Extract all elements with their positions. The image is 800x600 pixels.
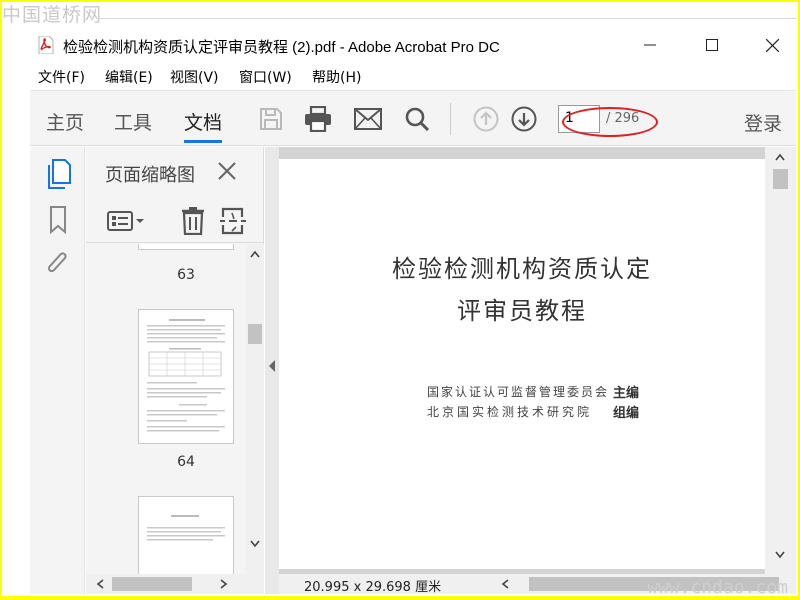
page-thumbnails-icon — [48, 159, 71, 189]
thumbnails-horizontal-scrollbar[interactable] — [86, 574, 264, 594]
watermark-bottom: www.cndao.com — [647, 577, 788, 598]
close-icon — [218, 162, 236, 180]
paperclip-icon — [47, 252, 67, 273]
main-toolbar: 主页 工具 文档 1 / 296 登录 — [30, 90, 796, 146]
page-thumbnail-content — [147, 515, 225, 541]
page-size-label: 20.995 x 29.698 厘米 — [304, 580, 442, 595]
scroll-right-icon — [220, 579, 228, 589]
page-thumbnail-64[interactable] — [138, 309, 234, 444]
page-thumbnails-button[interactable] — [43, 159, 73, 189]
navigation-rail — [30, 147, 85, 594]
pdf-page[interactable]: 检验检测机构资质认定 评审员教程 国家认证认可监督管理委员会 主编 北京国实检测… — [279, 159, 765, 569]
minimize-button[interactable] — [630, 32, 670, 58]
print-button[interactable] — [303, 105, 333, 133]
page-label-64: 64 — [177, 454, 195, 470]
print-icon — [305, 106, 331, 132]
document-vertical-scrollbar[interactable] — [765, 147, 796, 574]
minimize-icon — [644, 44, 656, 46]
document-scroll-thumb[interactable] — [773, 169, 788, 189]
page-label-63: 63 — [177, 267, 195, 283]
tab-tools[interactable]: 工具 — [114, 108, 152, 135]
scroll-left-icon — [96, 579, 104, 589]
login-button[interactable]: 登录 — [744, 109, 782, 136]
panel-splitter[interactable] — [265, 147, 279, 594]
thumbnails-hscroll-thumb[interactable] — [112, 577, 192, 591]
page-thumbnail-content — [147, 319, 225, 432]
search-icon — [405, 107, 430, 132]
thumbnails-toolbar — [86, 197, 264, 243]
menu-file[interactable]: 文件(F) — [38, 67, 85, 87]
maximize-button[interactable] — [692, 32, 732, 58]
page-thumbnail-65[interactable] — [138, 496, 234, 574]
document-compiler-role: 组编 — [613, 406, 640, 421]
watermark-divider — [96, 18, 796, 19]
delete-page-button[interactable] — [178, 207, 208, 235]
page-thumbnail-63[interactable] — [138, 244, 234, 250]
document-title-line2: 评审员教程 — [457, 297, 587, 325]
tab-document[interactable]: 文档 — [184, 108, 223, 143]
document-title-line1: 检验检测机构资质认定 — [392, 255, 652, 283]
tab-home[interactable]: 主页 — [46, 108, 84, 135]
split-page-icon — [220, 207, 246, 235]
watermark-top: 中国道桥网 — [2, 4, 103, 26]
options-menu-icon — [107, 211, 144, 231]
thumbnail-list: 63 64 — [86, 244, 246, 574]
bookmarks-button[interactable] — [43, 205, 73, 235]
scroll-up-icon — [250, 250, 260, 258]
previous-page-button[interactable] — [471, 105, 501, 133]
thumbnails-panel: 页面缩略图 63 64 — [86, 147, 264, 594]
window-title: 检验检测机构资质认定评审员教程 (2).pdf - Adobe Acrobat … — [63, 39, 500, 56]
save-icon — [260, 108, 282, 130]
bookmark-icon — [50, 206, 66, 234]
document-view: 检验检测机构资质认定 评审员教程 国家认证认可监督管理委员会 主编 北京国实检测… — [279, 147, 796, 595]
document-compiler: 北京国实检测技术研究院 — [427, 405, 593, 419]
split-page-button[interactable] — [218, 207, 248, 235]
thumbnails-vertical-scrollbar[interactable] — [246, 244, 264, 574]
next-page-button[interactable] — [509, 105, 539, 133]
menu-window[interactable]: 窗口(W) — [239, 67, 292, 87]
search-button[interactable] — [402, 105, 432, 133]
email-button[interactable] — [353, 105, 383, 133]
scroll-down-icon — [250, 540, 260, 548]
email-icon — [354, 108, 382, 130]
scroll-up-icon — [775, 153, 785, 161]
close-icon — [765, 38, 779, 52]
close-button[interactable] — [752, 32, 792, 58]
collapse-panel-icon — [269, 360, 275, 372]
page-up-icon — [473, 106, 499, 132]
annotation-circle — [562, 107, 658, 137]
scroll-left-icon[interactable] — [501, 579, 509, 589]
trash-icon — [182, 207, 204, 235]
menu-bar: 文件(F) 编辑(E) 视图(V) 窗口(W) 帮助(H) — [30, 64, 796, 88]
document-publisher: 国家认证认可监督管理委员会 — [427, 385, 610, 399]
attachments-button[interactable] — [43, 249, 73, 279]
thumbnail-options-button[interactable] — [106, 207, 146, 235]
acrobat-window: 检验检测机构资质认定评审员教程 (2).pdf - Adobe Acrobat … — [30, 28, 796, 595]
page-down-icon — [511, 106, 537, 132]
thumbnails-panel-title: 页面缩略图 — [105, 165, 195, 186]
menu-view[interactable]: 视图(V) — [170, 67, 219, 87]
save-button[interactable] — [256, 105, 286, 133]
menu-edit[interactable]: 编辑(E) — [105, 67, 153, 87]
menu-help[interactable]: 帮助(H) — [312, 67, 361, 87]
maximize-icon — [706, 39, 718, 51]
document-publisher-role: 主编 — [613, 386, 640, 401]
thumbnails-scroll-thumb[interactable] — [248, 324, 262, 344]
pdf-file-icon — [38, 35, 54, 55]
toolbar-separator — [450, 103, 451, 135]
title-bar: 检验检测机构资质认定评审员教程 (2).pdf - Adobe Acrobat … — [30, 28, 796, 62]
close-thumbnails-button[interactable] — [216, 160, 240, 184]
scroll-down-icon — [775, 551, 785, 559]
